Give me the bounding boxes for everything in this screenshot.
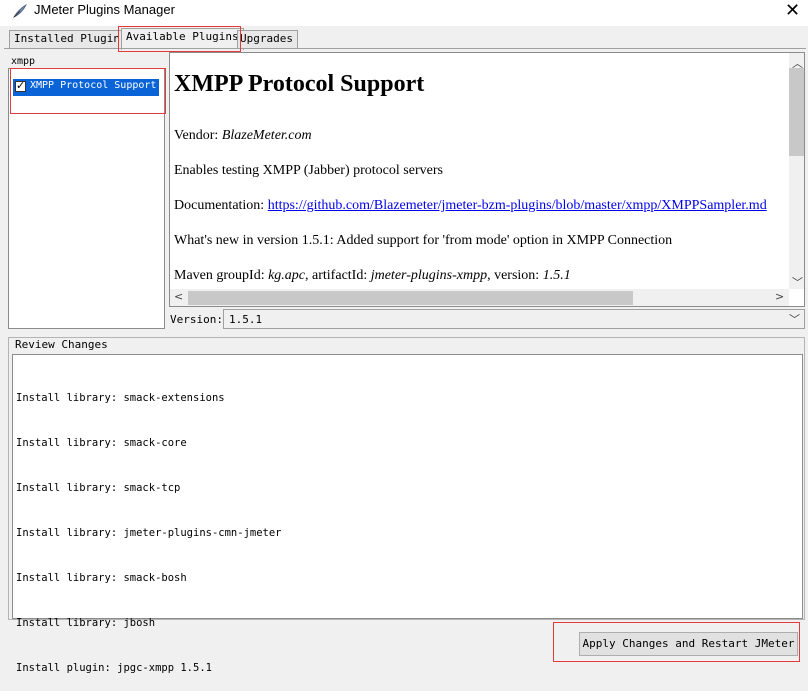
review-line: Install library: smack-core <box>16 437 187 449</box>
maven-line: Maven groupId: kg.apc, artifactId: jmete… <box>174 268 571 284</box>
annotation-box-plugin <box>10 68 166 114</box>
scroll-right-icon[interactable]: > <box>775 290 784 303</box>
version-select[interactable]: 1.5.1 ﹀ <box>223 309 805 329</box>
tab-installed-plugins[interactable]: Installed Plugins <box>9 30 132 49</box>
scroll-down-icon[interactable]: ﹀ <box>792 274 803 290</box>
version-value: 1.5.1 <box>229 313 263 326</box>
review-line: Install library: jbosh <box>16 617 156 629</box>
version-inline-label: , version: <box>487 268 543 283</box>
jmeter-feather-icon <box>12 3 28 19</box>
review-line: Install library: smack-bosh <box>16 572 187 584</box>
review-line: Install library: smack-tcp <box>16 482 181 494</box>
artifact-label: , artifactId: <box>305 268 371 283</box>
scroll-left-icon[interactable]: < <box>174 290 183 303</box>
search-input[interactable]: xmpp <box>11 56 35 67</box>
review-line: Install library: smack-extensions <box>16 392 225 404</box>
maven-label: Maven groupId: <box>174 268 269 283</box>
tab-upgrades[interactable]: Upgrades <box>237 30 298 49</box>
review-changes-title: Review Changes <box>12 338 111 351</box>
whats-new-line: What's new in version 1.5.1: Added suppo… <box>174 233 673 248</box>
horizontal-scroll-thumb[interactable] <box>188 291 633 305</box>
maven-group-id: kg.apc <box>268 268 306 283</box>
review-line: Install plugin: jpgc-xmpp 1.5.1 <box>16 662 212 674</box>
vertical-scroll-thumb[interactable] <box>789 68 804 156</box>
annotation-box-tab <box>118 26 241 52</box>
maven-version: 1.5.1 <box>542 268 571 283</box>
annotation-box-apply <box>553 622 800 662</box>
vendor-value: BlazeMeter.com <box>221 128 312 143</box>
window-title: JMeter Plugins Manager <box>34 2 175 17</box>
review-lines: Install library: smack-extensions Instal… <box>16 361 282 691</box>
plugin-description: Enables testing XMPP (Jabber) protocol s… <box>174 163 443 178</box>
documentation-link[interactable]: https://github.com/Blazemeter/jmeter-bzm… <box>268 198 767 213</box>
documentation-label: Documentation: <box>174 198 268 213</box>
review-line: Install library: jmeter-plugins-cmn-jmet… <box>16 527 282 539</box>
maven-artifact-id: jmeter-plugins-xmpp <box>370 268 488 283</box>
chevron-down-icon[interactable]: ﹀ <box>789 311 800 327</box>
vendor-line: Vendor: BlazeMeter.com <box>174 128 312 144</box>
documentation-line: Documentation: https://github.com/Blazem… <box>174 198 767 214</box>
close-icon[interactable]: ✕ <box>785 0 800 21</box>
version-label: Version: <box>170 313 223 326</box>
plugin-heading: XMPP Protocol Support <box>174 71 425 97</box>
vendor-label: Vendor: <box>174 128 222 143</box>
